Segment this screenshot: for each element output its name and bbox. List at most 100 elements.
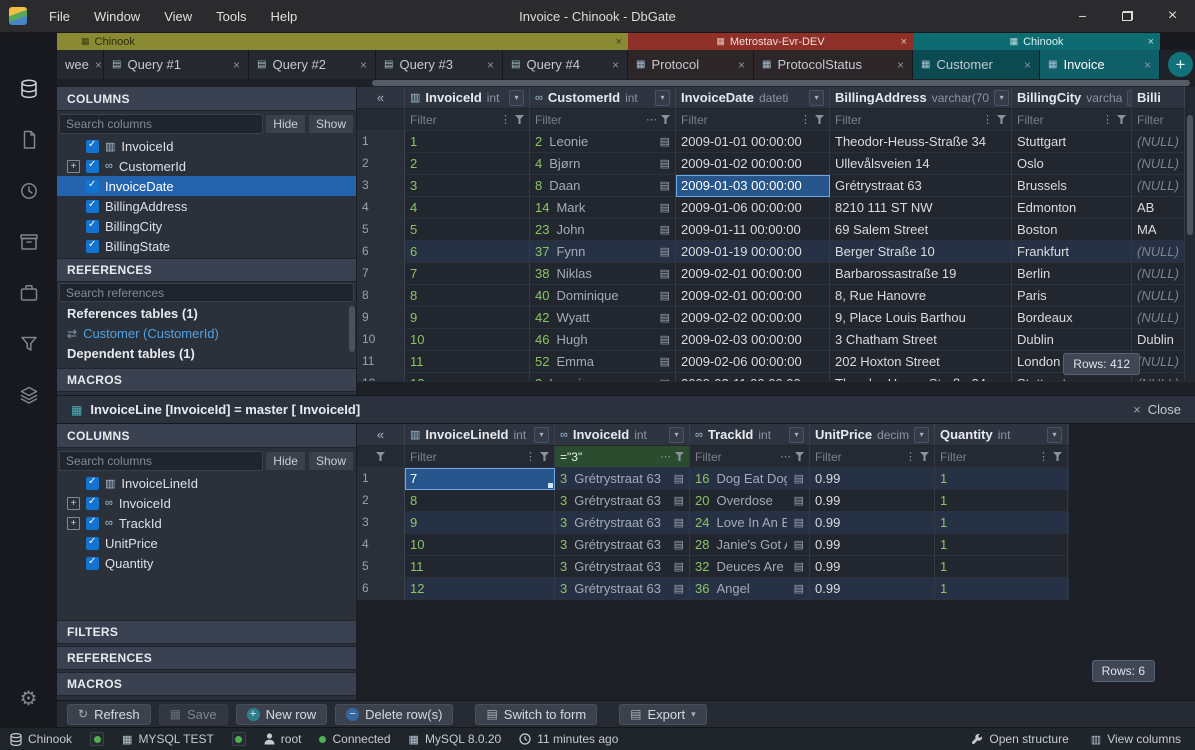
cell-billingcity[interactable]: Brussels: [1012, 175, 1132, 197]
status-user[interactable]: root: [264, 732, 302, 746]
cell-invoicedate[interactable]: 2009-01-03 00:00:00: [676, 175, 830, 197]
cell-quantity[interactable]: 1: [935, 556, 1068, 578]
cell-billingcity[interactable]: Oslo: [1012, 153, 1132, 175]
open-reference-icon[interactable]: ▤: [794, 472, 804, 485]
checkbox-checked[interactable]: [86, 537, 99, 550]
columns-section-header[interactable]: COLUMNS: [57, 424, 356, 448]
tab-protocol[interactable]: ▦ Protocol ×: [628, 50, 754, 79]
cell-quantity[interactable]: 1: [935, 534, 1068, 556]
cell-billingaddress[interactable]: Berger Straße 10: [830, 241, 1012, 263]
open-reference-icon[interactable]: ▤: [660, 333, 670, 346]
hide-button[interactable]: Hide: [265, 114, 306, 134]
column-header-trackid[interactable]: ∞ TrackId int ▾: [690, 424, 810, 445]
column-menu-button[interactable]: ▾: [994, 90, 1009, 106]
cell-invoicelineid[interactable]: 9: [405, 512, 555, 534]
restore-button[interactable]: [1105, 0, 1150, 33]
open-reference-icon[interactable]: ▤: [794, 494, 804, 507]
column-header-billingstate[interactable]: Billi: [1132, 87, 1185, 108]
open-reference-icon[interactable]: ▤: [660, 289, 670, 302]
filter-browse-icon[interactable]: ⋯: [780, 450, 791, 463]
open-reference-icon[interactable]: ▤: [674, 516, 684, 529]
open-reference-icon[interactable]: ▤: [674, 560, 684, 573]
columns-section-header[interactable]: COLUMNS: [57, 87, 356, 111]
macros-section-header[interactable]: MACROS: [57, 672, 356, 696]
column-header-invoiceid[interactable]: ∞ InvoiceId int ▾: [555, 424, 690, 445]
status-connected[interactable]: Connected: [319, 732, 390, 746]
column-header-invoiceid[interactable]: ▥ InvoiceId int ▾: [405, 87, 530, 108]
cell-billingaddress[interactable]: 8210 111 ST NW: [830, 197, 1012, 219]
cell-invoicedate[interactable]: 2009-02-02 00:00:00: [676, 307, 830, 329]
filter-billingaddress[interactable]: Filter ⋮: [830, 109, 1012, 130]
filter-menu-icon[interactable]: ⋮: [982, 113, 993, 126]
cell-billingaddress[interactable]: 69 Salem Street: [830, 219, 1012, 241]
close-group-icon[interactable]: ×: [1148, 36, 1154, 48]
open-reference-icon[interactable]: ▤: [660, 355, 670, 368]
cell-customerid[interactable]: 23John▤: [530, 219, 676, 241]
column-item-invoicelineid[interactable]: ▥ InvoiceLineId: [57, 473, 356, 493]
cell-billingstate[interactable]: (NULL): [1132, 241, 1185, 263]
cell-billingcity[interactable]: Berlin: [1012, 263, 1132, 285]
cell-invoiceid[interactable]: 3Grétrystraat 63▤: [555, 534, 690, 556]
column-header-quantity[interactable]: Quantity int ▾: [935, 424, 1068, 445]
checkbox-checked[interactable]: [86, 240, 99, 253]
cell-trackid[interactable]: 20Overdose▤: [690, 490, 810, 512]
checkbox-checked[interactable]: [86, 220, 99, 233]
tab-query-2[interactable]: ▤ Query #2 ×: [249, 50, 376, 79]
cell-customerid[interactable]: 42Wyatt▤: [530, 307, 676, 329]
macros-section-header[interactable]: MACROS: [57, 368, 356, 392]
open-reference-icon[interactable]: ▤: [660, 311, 670, 324]
status-database[interactable]: Chinook: [10, 732, 72, 746]
cell-customerid[interactable]: 52Emma▤: [530, 351, 676, 373]
cell-invoiceid[interactable]: 1: [405, 131, 530, 153]
cell-billingaddress[interactable]: 8, Rue Hanovre: [830, 285, 1012, 307]
cell-invoicelineid[interactable]: 12: [405, 578, 555, 600]
filter-menu-icon[interactable]: ⋮: [1102, 113, 1113, 126]
cell-trackid[interactable]: 32Deuces Are Wild▤: [690, 556, 810, 578]
cell-billingstate[interactable]: MA: [1132, 219, 1185, 241]
cell-invoiceid[interactable]: 3Grétrystraat 63▤: [555, 468, 690, 490]
expand-icon[interactable]: +: [67, 160, 80, 173]
cell-invoiceid[interactable]: 12: [405, 373, 530, 381]
column-item-quantity[interactable]: Quantity: [57, 553, 356, 573]
cell-unitprice[interactable]: 0.99: [810, 534, 935, 556]
close-detail-button[interactable]: × Close: [1133, 402, 1181, 417]
references-section-header[interactable]: REFERENCES: [57, 646, 356, 670]
cell-customerid[interactable]: 14Mark▤: [530, 197, 676, 219]
cell-unitprice[interactable]: 0.99: [810, 578, 935, 600]
tab-scrollbar-thumb[interactable]: [372, 80, 1190, 86]
cell-invoicelineid[interactable]: 11: [405, 556, 555, 578]
funnel-icon[interactable]: [815, 115, 824, 124]
cell-invoicedate[interactable]: 2009-02-01 00:00:00: [676, 263, 830, 285]
close-button[interactable]: ×: [1150, 0, 1195, 33]
open-reference-icon[interactable]: ▤: [660, 245, 670, 258]
cell-invoiceid[interactable]: 9: [405, 307, 530, 329]
funnel-icon[interactable]: [997, 115, 1006, 124]
column-header-unitprice[interactable]: UnitPrice decim ▾: [810, 424, 935, 445]
cell-invoiceid[interactable]: 3Grétrystraat 63▤: [555, 556, 690, 578]
search-columns-input[interactable]: [59, 451, 263, 471]
tab-group-chinook-1[interactable]: ▦ Chinook ×: [57, 33, 628, 50]
show-button[interactable]: Show: [308, 114, 354, 134]
filter-invoicedate[interactable]: Filter ⋮: [676, 109, 830, 130]
column-item-trackid[interactable]: + ∞ TrackId: [57, 513, 356, 533]
checkbox-checked[interactable]: [86, 160, 99, 173]
filter-menu-icon[interactable]: ⋮: [905, 450, 916, 463]
open-reference-icon[interactable]: ▤: [660, 201, 670, 214]
column-header-invoicelineid[interactable]: ▥ InvoiceLineId int ▾: [405, 424, 555, 445]
cell-billingstate[interactable]: (NULL): [1132, 307, 1185, 329]
checkbox-checked[interactable]: [86, 200, 99, 213]
cell-quantity[interactable]: 1: [935, 468, 1068, 490]
settings-gear-icon[interactable]: ⚙: [20, 686, 38, 711]
filter-invoicelineid[interactable]: Filter ⋮: [405, 446, 555, 467]
tab-query-1[interactable]: ▤ Query #1 ×: [104, 50, 249, 79]
cell-billingstate[interactable]: Dublin: [1132, 329, 1185, 351]
menu-tools[interactable]: Tools: [204, 0, 258, 33]
cell-invoiceid[interactable]: 3: [405, 175, 530, 197]
filter-menu-icon[interactable]: ⋮: [525, 450, 536, 463]
open-structure-button[interactable]: Open structure: [971, 732, 1068, 746]
column-item-invoicedate-selected[interactable]: InvoiceDate: [57, 176, 356, 196]
status-connection-name[interactable]: ▦ MYSQL TEST: [122, 732, 214, 746]
reference-customer-link[interactable]: ⇄ Customer (CustomerId): [57, 324, 356, 344]
open-reference-icon[interactable]: ▤: [660, 157, 670, 170]
open-reference-icon[interactable]: ▤: [674, 494, 684, 507]
